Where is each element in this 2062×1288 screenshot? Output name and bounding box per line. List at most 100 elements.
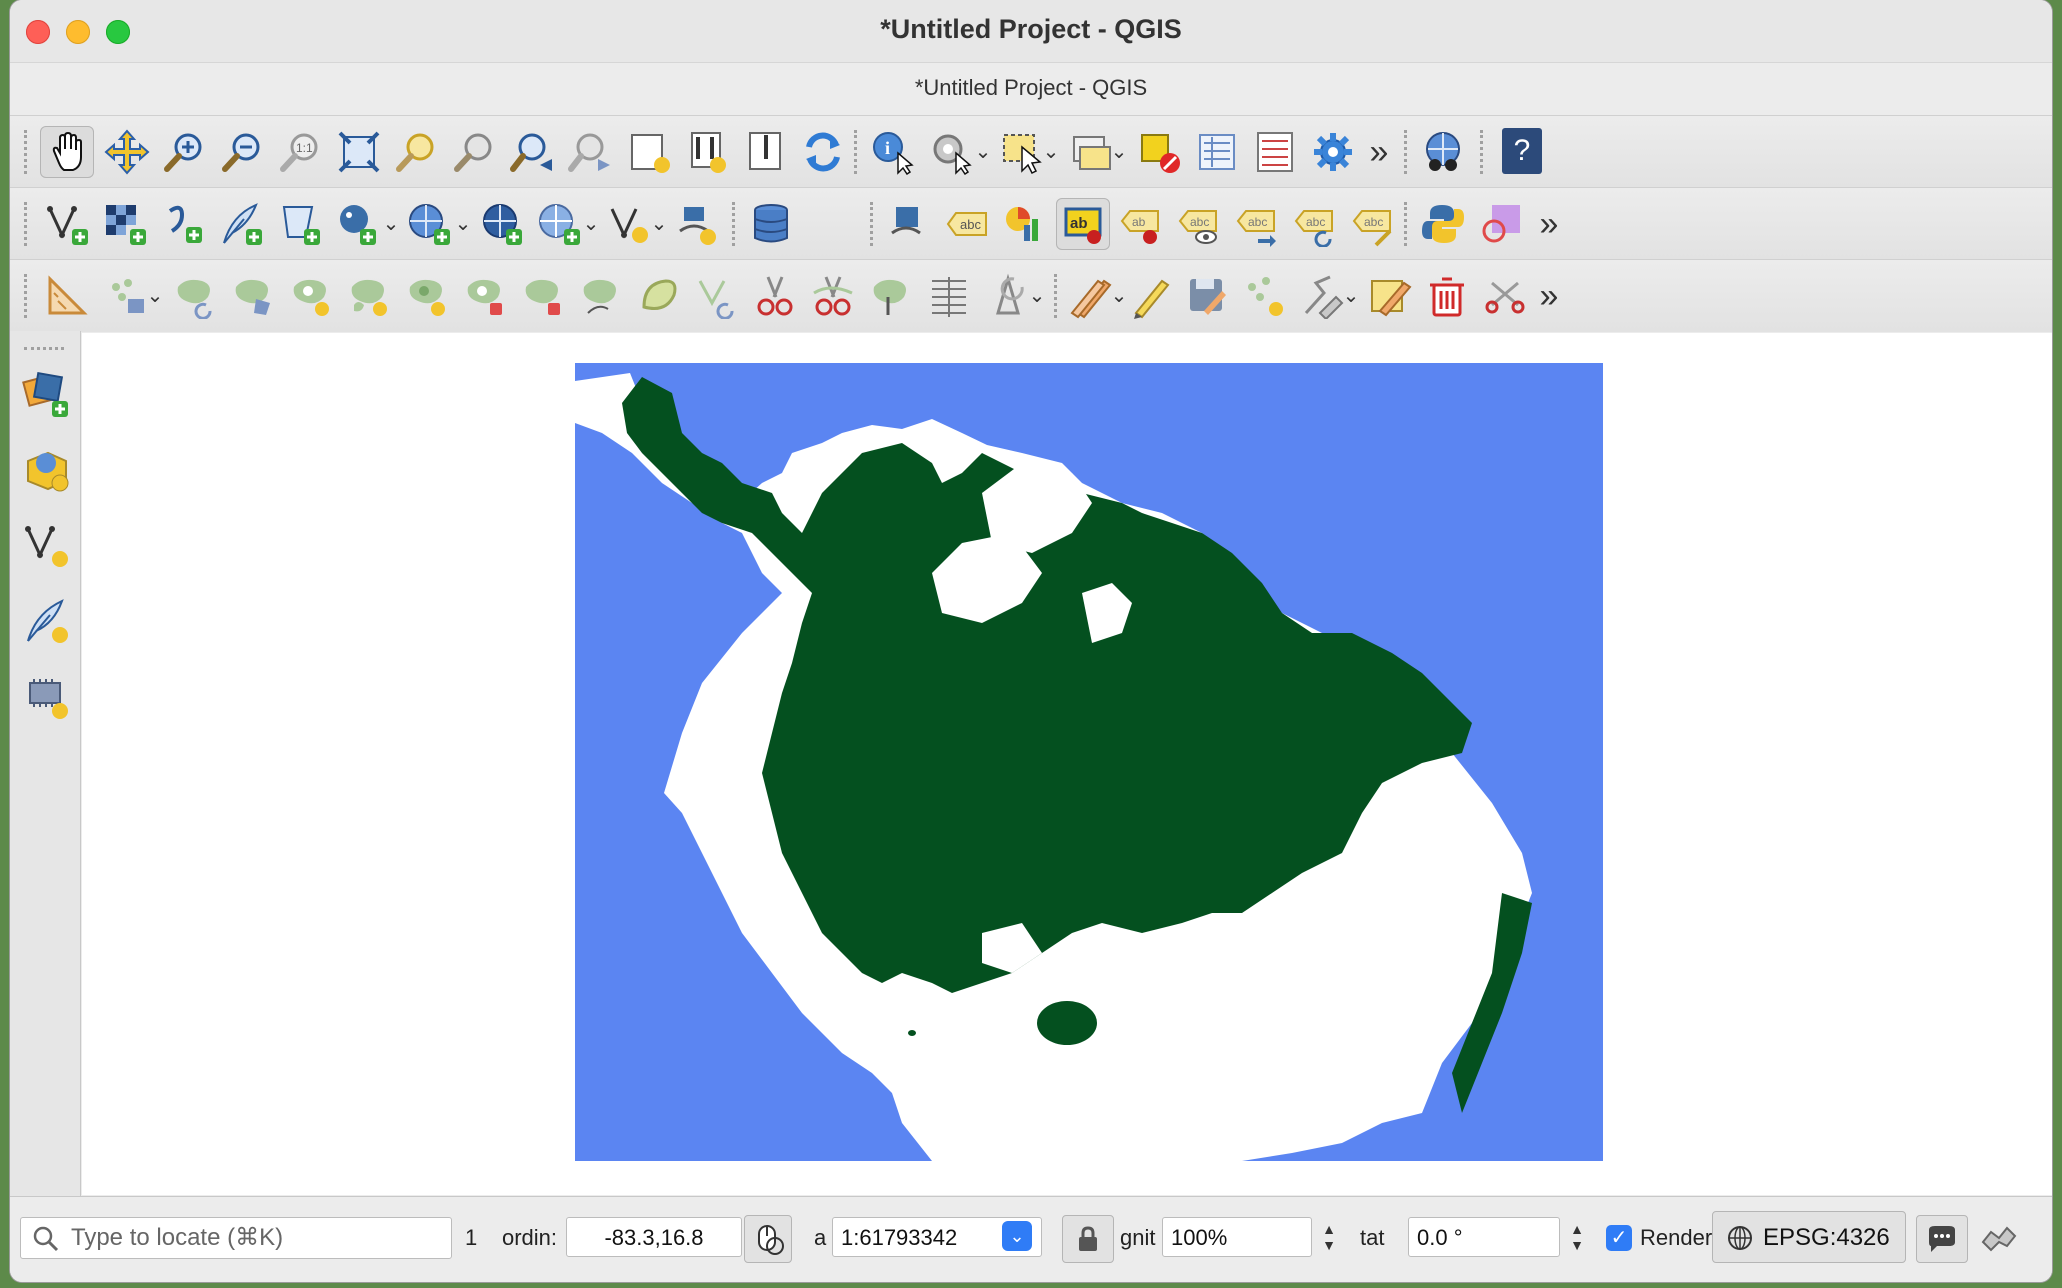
coordinate-field[interactable]: -83.3,16.8 — [566, 1217, 742, 1257]
add-wfs-tool[interactable] — [474, 198, 528, 250]
magnifier-field[interactable]: 100% — [1162, 1217, 1312, 1257]
new-geopackage-layer-tool[interactable] — [20, 441, 74, 499]
new-temporary-scratch-layer-tool[interactable] — [20, 593, 74, 651]
zoom-out-tool[interactable] — [216, 126, 270, 178]
diagram-tool[interactable] — [998, 198, 1052, 250]
refresh-tool[interactable] — [796, 126, 850, 178]
add-geopackage-tool[interactable] — [272, 198, 326, 250]
new-temporary-scratch-layer-icon — [27, 599, 68, 643]
cut-features-tool[interactable] — [1478, 270, 1532, 322]
move-label-tool[interactable]: abc — [1230, 198, 1284, 250]
delete-selected-tool[interactable] — [1420, 270, 1474, 322]
split-parts-tool[interactable] — [806, 270, 860, 322]
delete-part-tool[interactable] — [516, 270, 570, 322]
rotate-feature-tool[interactable] — [168, 270, 222, 322]
split-features-tool[interactable] — [748, 270, 802, 322]
pan-tool[interactable] — [40, 126, 94, 178]
change-label-tool[interactable]: abc — [1346, 198, 1400, 250]
offset-curve-tool[interactable] — [632, 270, 686, 322]
render-checkbox[interactable]: ✓ — [1606, 1225, 1632, 1251]
identify-tool[interactable]: i — [866, 126, 920, 178]
fill-ring-tool[interactable] — [400, 270, 454, 322]
magnifier-stepper[interactable]: ▲ ▼ — [1316, 1217, 1342, 1257]
add-point-tool[interactable] — [1238, 270, 1292, 322]
zoom-last-tool[interactable] — [506, 126, 560, 178]
reshape-tool[interactable] — [574, 270, 628, 322]
chevron-down-icon[interactable]: ▼ — [1570, 1237, 1584, 1253]
chevron-up-icon[interactable]: ▲ — [1570, 1221, 1584, 1237]
toggle-extents-button[interactable] — [744, 1215, 792, 1263]
chevron-down-icon[interactable]: ⌄ — [1036, 130, 1066, 174]
new-virtual-layer-tool[interactable] — [20, 669, 74, 727]
new-mesh-layer-tool[interactable] — [670, 198, 724, 250]
temporal-controller-tool[interactable] — [738, 126, 792, 178]
chevron-down-icon[interactable]: ⌄ — [1104, 130, 1134, 174]
settings-tool[interactable] — [1306, 126, 1360, 178]
chevron-down-icon[interactable]: ⌄ — [1022, 274, 1052, 318]
more-tools-icon[interactable]: » — [1364, 130, 1394, 174]
merge-attributes-tool[interactable] — [922, 270, 976, 322]
label-abc-tool[interactable]: abc — [940, 198, 994, 250]
rotation-stepper[interactable]: ▲ ▼ — [1564, 1217, 1590, 1257]
python-console-tool[interactable] — [1416, 198, 1470, 250]
messages-button[interactable] — [1916, 1215, 1968, 1263]
zoom-next-tool[interactable] — [564, 126, 618, 178]
label-pin-tool[interactable] — [882, 198, 936, 250]
modify-attributes-tool[interactable] — [1362, 270, 1416, 322]
toolbar-grip[interactable] — [24, 202, 31, 246]
add-raster-layer-tool[interactable] — [98, 198, 152, 250]
search-input[interactable] — [69, 1222, 443, 1254]
show-hide-label-tool[interactable]: abc — [1172, 198, 1226, 250]
zoom-in-tool[interactable] — [158, 126, 212, 178]
reverse-line-tool[interactable] — [690, 270, 744, 322]
rotate-label-tool[interactable]: abc — [1288, 198, 1342, 250]
chevron-down-icon[interactable]: ⌄ — [968, 130, 998, 174]
statistical-summary-tool[interactable] — [1248, 126, 1302, 178]
zoom-full-tool[interactable] — [332, 126, 386, 178]
zoom-to-selection-tool[interactable] — [390, 126, 444, 178]
plugin-update-button[interactable] — [1972, 1215, 2026, 1261]
delete-ring-tool[interactable] — [458, 270, 512, 322]
pin-label-tool[interactable]: ab — [1114, 198, 1168, 250]
toggle-editing-tool[interactable] — [1122, 270, 1176, 322]
add-spatialite-tool[interactable] — [214, 198, 268, 250]
svg-text:i: i — [885, 138, 890, 158]
pan-to-selection-tool[interactable] — [100, 126, 154, 178]
merge-features-tool[interactable] — [864, 270, 918, 322]
new-3d-map-view-tool[interactable] — [680, 126, 734, 178]
open-data-source-manager-tool[interactable] — [20, 365, 74, 423]
new-shapefile-layer-tool[interactable] — [20, 517, 74, 575]
measure-tool[interactable] — [40, 270, 94, 322]
toolbar-grip[interactable] — [24, 274, 31, 318]
toolbar-grip[interactable] — [24, 347, 64, 350]
save-edits-tool[interactable] — [1180, 270, 1234, 322]
more-tools-icon[interactable]: » — [1534, 274, 1564, 318]
new-map-view-icon — [631, 134, 670, 173]
overlay-tool[interactable] — [1474, 198, 1528, 250]
lock-scale-button[interactable] — [1062, 1215, 1114, 1263]
new-map-view-tool[interactable] — [622, 126, 676, 178]
chevron-down-icon[interactable]: ▼ — [1322, 1237, 1336, 1253]
zoom-native-tool[interactable]: 1:1 — [274, 126, 328, 178]
crs-button[interactable]: EPSG:4326 — [1712, 1211, 1906, 1263]
more-tools-icon[interactable]: » — [1534, 202, 1564, 246]
layer-labeling-tool[interactable]: ab — [1056, 198, 1110, 250]
db-manager-tool[interactable] — [744, 198, 798, 250]
metasearch-tool[interactable] — [1416, 126, 1470, 178]
add-vector-layer-tool[interactable] — [40, 198, 94, 250]
toolbar-grip[interactable] — [24, 130, 31, 174]
simplify-tool[interactable] — [226, 270, 280, 322]
chevron-down-icon[interactable]: ⌄ — [1002, 1221, 1032, 1251]
chevron-down-icon[interactable]: ⌄ — [140, 274, 170, 318]
add-delimited-text-tool[interactable] — [156, 198, 210, 250]
rotation-field[interactable]: 0.0 ° — [1408, 1217, 1560, 1257]
add-ring-tool[interactable] — [284, 270, 338, 322]
zoom-to-layer-tool[interactable] — [448, 126, 502, 178]
map-canvas[interactable] — [82, 333, 2052, 1195]
open-field-calculator-tool[interactable] — [1190, 126, 1244, 178]
deselect-tool[interactable] — [1132, 126, 1186, 178]
add-part-tool[interactable] — [342, 270, 396, 322]
help-icon[interactable]: ? — [1502, 128, 1542, 174]
locator-search[interactable] — [20, 1217, 452, 1259]
chevron-up-icon[interactable]: ▲ — [1322, 1221, 1336, 1237]
